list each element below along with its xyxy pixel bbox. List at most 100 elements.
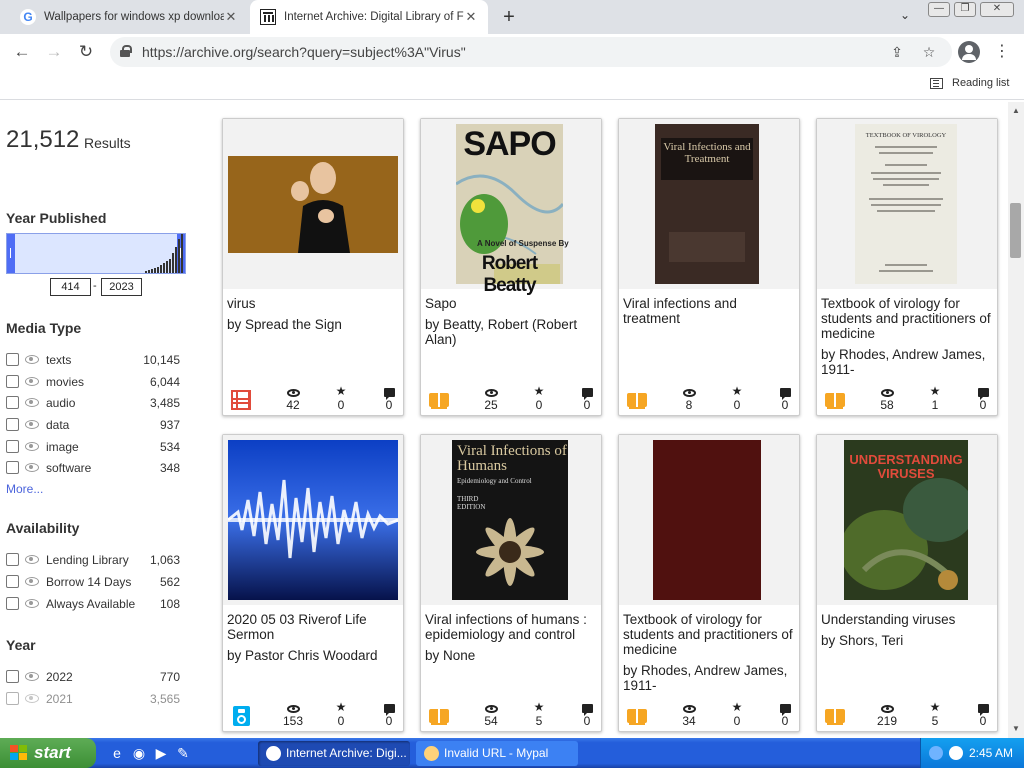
eye-icon[interactable] bbox=[25, 420, 39, 429]
slider-min-handle[interactable] bbox=[7, 234, 15, 273]
page-scrollbar[interactable]: ▲ ▼ bbox=[1008, 102, 1024, 738]
result-card[interactable]: TEXTBOOK OF VIROLOGY Textbook of virolog… bbox=[816, 118, 998, 416]
facet-row[interactable]: image 534 bbox=[6, 439, 186, 455]
result-title[interactable]: virus bbox=[227, 296, 399, 311]
scroll-down-icon[interactable]: ▼ bbox=[1008, 722, 1024, 736]
thumbnail[interactable]: SAPO A Novel of Suspense By Robert Beatt… bbox=[421, 119, 601, 296]
result-card[interactable]: Viral Infections of Humans Epidemiology … bbox=[420, 434, 602, 732]
year-min-input[interactable]: 414 bbox=[50, 278, 91, 296]
minimize-button[interactable]: — bbox=[928, 2, 950, 17]
share-icon[interactable]: ⇪ bbox=[888, 43, 906, 61]
facet-checkbox[interactable] bbox=[6, 670, 19, 683]
scroll-up-icon[interactable]: ▲ bbox=[1008, 104, 1024, 118]
reviews-stat: 0 bbox=[968, 384, 998, 412]
result-card[interactable]: UNDERSTANDING VIRUSES Understanding viru… bbox=[816, 434, 998, 732]
tray-app-icon[interactable] bbox=[949, 746, 963, 760]
facet-row[interactable]: 2022 770 bbox=[6, 669, 186, 685]
close-tab-icon[interactable]: ✕ bbox=[224, 9, 238, 25]
year-max-input[interactable]: 2023 bbox=[101, 278, 142, 296]
reload-icon[interactable]: ↻ bbox=[76, 42, 96, 62]
facet-row[interactable]: texts 10,145 bbox=[6, 352, 186, 368]
media-player-icon[interactable]: ▶ bbox=[152, 744, 170, 762]
start-button[interactable]: start bbox=[0, 738, 96, 768]
eye-icon[interactable] bbox=[25, 398, 39, 407]
close-window-button[interactable]: ✕ bbox=[980, 2, 1014, 17]
result-title[interactable]: Textbook of virology for students and pr… bbox=[821, 296, 993, 341]
browser-menu-icon[interactable]: ⋮ bbox=[994, 42, 1010, 62]
more-media-types-link[interactable]: More... bbox=[6, 482, 43, 496]
lock-icon[interactable] bbox=[120, 45, 132, 57]
eye-icon[interactable] bbox=[25, 442, 39, 451]
reading-list-label: Reading list bbox=[952, 77, 1010, 89]
eye-icon[interactable] bbox=[25, 463, 39, 472]
new-tab-button[interactable]: + bbox=[498, 6, 520, 28]
facet-row[interactable]: movies 6,044 bbox=[6, 374, 186, 390]
thumbnail[interactable]: UNDERSTANDING VIRUSES bbox=[817, 435, 997, 605]
thumbnail[interactable]: TEXTBOOK OF VIROLOGY bbox=[817, 119, 997, 289]
facet-row[interactable]: Lending Library 1,063 bbox=[6, 552, 186, 568]
tab-wallpapers[interactable]: G Wallpapers for windows xp downloa ✕ bbox=[10, 0, 248, 34]
facet-checkbox[interactable] bbox=[6, 396, 19, 409]
result-title[interactable]: Viral infections and treatment bbox=[623, 296, 795, 326]
eye-icon[interactable] bbox=[25, 672, 39, 681]
thumbnail[interactable] bbox=[223, 435, 403, 605]
result-card[interactable]: Textbook of virology for students and pr… bbox=[618, 434, 800, 732]
facet-checkbox[interactable] bbox=[6, 375, 19, 388]
result-title[interactable]: 2020 05 03 Riverof Life Sermon bbox=[227, 612, 399, 642]
tray-expand-icon[interactable] bbox=[929, 746, 943, 760]
result-card[interactable]: virus by Spread the Sign 42 ★ 0 0 bbox=[222, 118, 404, 416]
thumbnail[interactable] bbox=[619, 435, 799, 605]
archive-icon bbox=[260, 9, 276, 25]
facet-row[interactable]: Always Available 108 bbox=[6, 596, 186, 612]
close-tab-icon[interactable]: ✕ bbox=[464, 9, 478, 25]
tab-internet-archive[interactable]: Internet Archive: Digital Library of F ✕ bbox=[250, 0, 488, 34]
bookmark-star-icon[interactable]: ☆ bbox=[920, 43, 938, 61]
result-card[interactable]: Viral Infections and Treatment Viral inf… bbox=[618, 118, 800, 416]
url-text[interactable]: https://archive.org/search?query=subject… bbox=[142, 44, 466, 60]
result-title[interactable]: Understanding viruses bbox=[821, 612, 993, 627]
internet-explorer-icon[interactable]: e bbox=[108, 744, 126, 762]
facet-checkbox[interactable] bbox=[6, 553, 19, 566]
thumbnail[interactable]: Viral Infections and Treatment bbox=[619, 119, 799, 289]
facet-checkbox[interactable] bbox=[6, 353, 19, 366]
tab-search-icon[interactable]: ⌄ bbox=[896, 8, 914, 26]
taskbar-item-label: Internet Archive: Digi... bbox=[286, 746, 407, 760]
facet-row[interactable]: data 937 bbox=[6, 417, 186, 433]
result-title[interactable]: Sapo bbox=[425, 296, 597, 311]
eye-icon[interactable] bbox=[25, 355, 39, 364]
eye-icon[interactable] bbox=[25, 577, 39, 586]
result-title[interactable]: Viral infections of humans : epidemiolog… bbox=[425, 612, 597, 642]
facet-checkbox[interactable] bbox=[6, 418, 19, 431]
restore-button[interactable]: ❐ bbox=[954, 2, 976, 17]
eye-icon[interactable] bbox=[25, 694, 39, 703]
thumbnail[interactable]: Viral Infections of Humans Epidemiology … bbox=[421, 435, 601, 605]
facet-checkbox[interactable] bbox=[6, 692, 19, 705]
eye-icon[interactable] bbox=[25, 599, 39, 608]
facet-row[interactable]: 2021 3,565 bbox=[6, 691, 186, 707]
facet-checkbox[interactable] bbox=[6, 461, 19, 474]
facet-row[interactable]: Borrow 14 Days 562 bbox=[6, 574, 186, 590]
taskbar-item-internet-archive[interactable]: Internet Archive: Digi... bbox=[258, 741, 410, 766]
thumbnail[interactable] bbox=[223, 119, 403, 289]
eye-icon[interactable] bbox=[25, 377, 39, 386]
facet-row[interactable]: audio 3,485 bbox=[6, 395, 186, 411]
facet-label: image bbox=[46, 440, 79, 454]
facet-checkbox[interactable] bbox=[6, 575, 19, 588]
result-card[interactable]: SAPO A Novel of Suspense By Robert Beatt… bbox=[420, 118, 602, 416]
eye-icon[interactable] bbox=[25, 555, 39, 564]
notepad-icon[interactable]: ✎ bbox=[174, 744, 192, 762]
address-bar[interactable]: https://archive.org/search?query=subject… bbox=[110, 37, 952, 67]
result-card[interactable]: 2020 05 03 Riverof Life Sermon by Pastor… bbox=[222, 434, 404, 732]
forward-icon[interactable]: → bbox=[44, 42, 64, 62]
facet-row[interactable]: software 348 bbox=[6, 460, 186, 476]
facet-checkbox[interactable] bbox=[6, 440, 19, 453]
back-icon[interactable]: ← bbox=[12, 42, 32, 62]
scrollbar-thumb[interactable] bbox=[1010, 203, 1021, 258]
result-title[interactable]: Textbook of virology for students and pr… bbox=[623, 612, 795, 657]
year-histogram-slider[interactable] bbox=[6, 233, 186, 274]
profile-avatar-icon[interactable] bbox=[958, 41, 980, 63]
reading-list-button[interactable]: Reading list bbox=[930, 77, 1009, 89]
facet-checkbox[interactable] bbox=[6, 597, 19, 610]
taskbar-item-mypal[interactable]: Invalid URL - Mypal bbox=[416, 741, 578, 766]
browser-quicklaunch-icon[interactable]: ◉ bbox=[130, 744, 148, 762]
